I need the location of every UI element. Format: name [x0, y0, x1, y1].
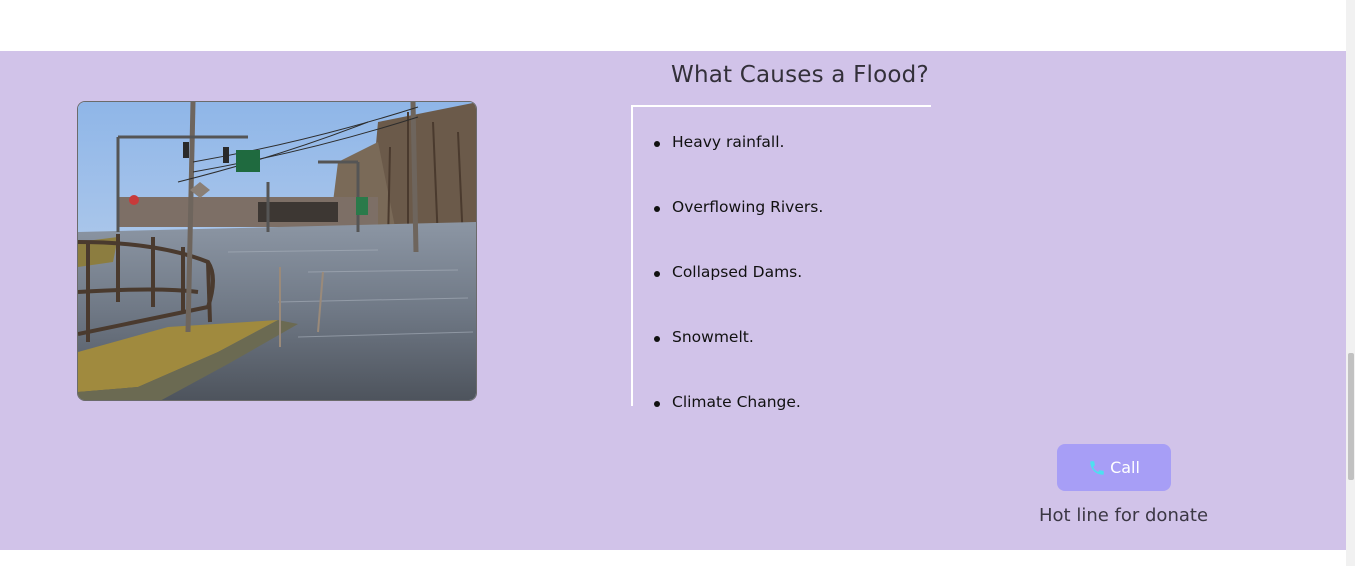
hotline-text: Hot line for donate [1039, 505, 1209, 526]
title-divider [631, 105, 931, 107]
call-button-label: Call [1110, 458, 1140, 477]
phone-icon [1088, 459, 1106, 477]
list-item: Heavy rainfall. [653, 133, 785, 151]
flood-photo [77, 101, 477, 401]
call-button[interactable]: Call [1057, 444, 1171, 491]
list-item: Overflowing Rivers. [653, 198, 824, 216]
section-title: What Causes a Flood? [671, 62, 929, 88]
vertical-scrollbar[interactable] [1346, 0, 1355, 566]
list-item: Collapsed Dams. [653, 263, 803, 281]
scrollbar-thumb[interactable] [1348, 353, 1354, 480]
list-item: Snowmelt. [654, 328, 754, 346]
list-divider [631, 105, 633, 406]
list-item: Climate Change. [654, 393, 801, 411]
